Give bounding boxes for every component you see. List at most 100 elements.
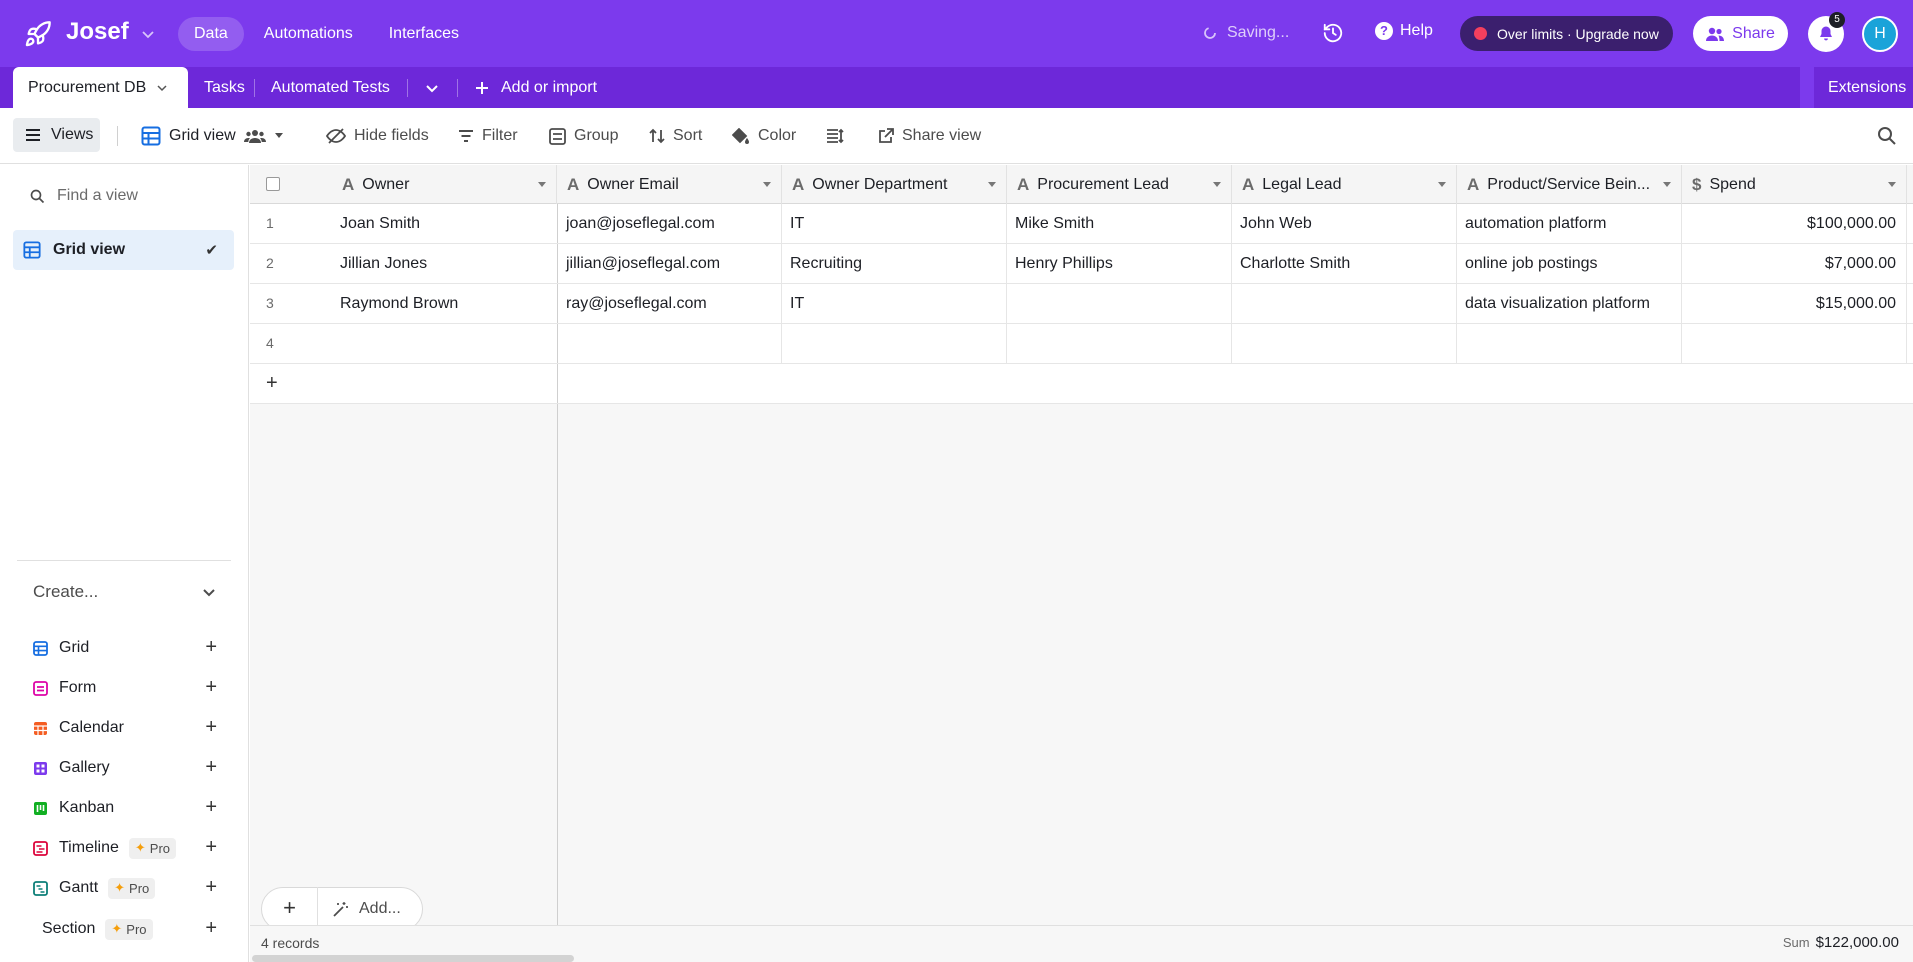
caret-down-icon[interactable]: [988, 182, 996, 187]
plus-icon[interactable]: +: [205, 716, 217, 738]
cell-spend[interactable]: [1682, 324, 1907, 363]
app-name[interactable]: Josef: [66, 18, 129, 46]
cell-product-service[interactable]: [1457, 324, 1682, 363]
chevron-down-icon[interactable]: [423, 79, 441, 97]
create-timeline-item[interactable]: Timeline ✦ Pro +: [33, 836, 217, 860]
select-all-checkbox[interactable]: [266, 177, 280, 191]
tab-tasks[interactable]: Tasks: [204, 67, 245, 108]
cell-legal-lead[interactable]: Charlotte Smith: [1232, 244, 1457, 283]
cell-owner-email[interactable]: joan@joseflegal.com: [557, 204, 782, 243]
column-header-owner-department[interactable]: A Owner Department: [782, 165, 1007, 204]
cell-owner-email[interactable]: jillian@joseflegal.com: [557, 244, 782, 283]
create-grid-item[interactable]: Grid +: [33, 636, 217, 660]
filter-button[interactable]: Filter: [458, 124, 518, 148]
column-header-product-service[interactable]: A Product/Service Bein...: [1457, 165, 1682, 204]
column-header-owner-email[interactable]: A Owner Email: [557, 165, 782, 204]
help-button[interactable]: ? Help: [1375, 22, 1433, 40]
cell-product-service[interactable]: data visualization platform: [1457, 284, 1682, 323]
extensions-button[interactable]: Extensions: [1814, 67, 1913, 108]
add-or-import-button[interactable]: Add or import: [475, 67, 597, 108]
plus-icon[interactable]: +: [205, 636, 217, 658]
caret-down-icon[interactable]: [538, 182, 546, 187]
horizontal-scrollbar[interactable]: [252, 955, 574, 962]
cell-owner[interactable]: Raymond Brown: [332, 284, 557, 323]
rocket-logo-icon[interactable]: [24, 20, 52, 48]
share-button[interactable]: Share: [1693, 16, 1788, 51]
cell-product-service[interactable]: online job postings: [1457, 244, 1682, 283]
cell-owner[interactable]: Jillian Jones: [332, 244, 557, 283]
tab-procurement-db[interactable]: Procurement DB: [13, 67, 188, 108]
caret-down-icon[interactable]: [763, 182, 771, 187]
create-gallery-item[interactable]: Gallery +: [33, 756, 217, 780]
cell-procurement-lead[interactable]: [1007, 284, 1232, 323]
frozen-divider: [557, 364, 558, 403]
upgrade-button[interactable]: Over limits · Upgrade now: [1460, 16, 1673, 51]
column-header-legal-lead[interactable]: A Legal Lead: [1232, 165, 1457, 204]
cell-owner-email[interactable]: ray@joseflegal.com: [557, 284, 782, 323]
column-header-owner[interactable]: A Owner: [332, 165, 557, 204]
plus-icon[interactable]: +: [205, 676, 217, 698]
sidebar-view-grid[interactable]: Grid view ✔: [13, 230, 234, 270]
color-button[interactable]: Color: [732, 124, 796, 148]
column-header-procurement-lead[interactable]: A Procurement Lead: [1007, 165, 1232, 204]
cell-owner-department[interactable]: IT: [782, 284, 1007, 323]
views-toggle-button[interactable]: Views: [13, 118, 100, 152]
cell-product-service[interactable]: automation platform: [1457, 204, 1682, 243]
caret-down-icon[interactable]: [1438, 182, 1446, 187]
chevron-down-icon[interactable]: [140, 26, 156, 42]
create-form-item[interactable]: Form +: [33, 676, 217, 700]
history-icon[interactable]: [1322, 22, 1344, 44]
column-header-spend[interactable]: $ Spend: [1682, 165, 1907, 204]
row-height-button[interactable]: [826, 124, 844, 148]
table-row[interactable]: 4: [250, 324, 1913, 364]
create-section-item[interactable]: Section ✦ Pro +: [42, 917, 217, 941]
cell-owner[interactable]: [332, 324, 557, 363]
cell-spend[interactable]: $7,000.00: [1682, 244, 1907, 283]
spend-summary[interactable]: Sum $122,000.00: [1783, 934, 1899, 951]
tab-automated-tests[interactable]: Automated Tests: [271, 67, 390, 108]
plus-icon[interactable]: +: [266, 372, 278, 395]
cell-procurement-lead[interactable]: [1007, 324, 1232, 363]
find-view-input[interactable]: Find a view: [30, 187, 138, 205]
search-icon[interactable]: [1877, 126, 1897, 146]
cell-owner-department[interactable]: Recruiting: [782, 244, 1007, 283]
hide-fields-button[interactable]: Hide fields: [326, 124, 429, 148]
add-with-ai-button[interactable]: Add...: [318, 900, 401, 918]
cell-procurement-lead[interactable]: Mike Smith: [1007, 204, 1232, 243]
create-kanban-item[interactable]: Kanban +: [33, 796, 217, 820]
plus-icon[interactable]: +: [205, 756, 217, 778]
group-button[interactable]: Group: [549, 124, 618, 148]
nav-interfaces[interactable]: Interfaces: [373, 17, 475, 51]
plus-icon[interactable]: +: [205, 876, 217, 898]
cell-spend[interactable]: $15,000.00: [1682, 284, 1907, 323]
plus-icon[interactable]: +: [205, 796, 217, 818]
cell-owner-email[interactable]: [557, 324, 782, 363]
share-view-button[interactable]: Share view: [878, 124, 981, 148]
view-switcher[interactable]: Grid view: [141, 124, 284, 148]
chevron-down-icon[interactable]: [156, 82, 168, 94]
plus-icon[interactable]: +: [205, 836, 217, 858]
caret-down-icon[interactable]: [1888, 182, 1896, 187]
cell-legal-lead[interactable]: John Web: [1232, 204, 1457, 243]
add-record-row[interactable]: +: [250, 364, 1913, 404]
cell-owner-department[interactable]: IT: [782, 204, 1007, 243]
nav-data[interactable]: Data: [178, 17, 244, 51]
create-gantt-item[interactable]: Gantt ✦ Pro +: [33, 876, 217, 900]
table-row[interactable]: 1 Joan Smith joan@joseflegal.com IT Mike…: [250, 204, 1913, 244]
nav-automations[interactable]: Automations: [248, 17, 369, 51]
cell-procurement-lead[interactable]: Henry Phillips: [1007, 244, 1232, 283]
sort-button[interactable]: Sort: [649, 124, 702, 148]
plus-icon[interactable]: +: [205, 917, 217, 939]
table-row[interactable]: 2 Jillian Jones jillian@joseflegal.com R…: [250, 244, 1913, 284]
caret-down-icon[interactable]: [1213, 182, 1221, 187]
user-avatar[interactable]: H: [1862, 16, 1898, 52]
cell-legal-lead[interactable]: [1232, 324, 1457, 363]
create-calendar-item[interactable]: Calendar +: [33, 716, 217, 740]
caret-down-icon[interactable]: [1663, 182, 1671, 187]
cell-owner-department[interactable]: [782, 324, 1007, 363]
create-section-toggle[interactable]: Create...: [33, 582, 217, 602]
cell-spend[interactable]: $100,000.00: [1682, 204, 1907, 243]
cell-legal-lead[interactable]: [1232, 284, 1457, 323]
table-row[interactable]: 3 Raymond Brown ray@joseflegal.com IT da…: [250, 284, 1913, 324]
cell-owner[interactable]: Joan Smith: [332, 204, 557, 243]
